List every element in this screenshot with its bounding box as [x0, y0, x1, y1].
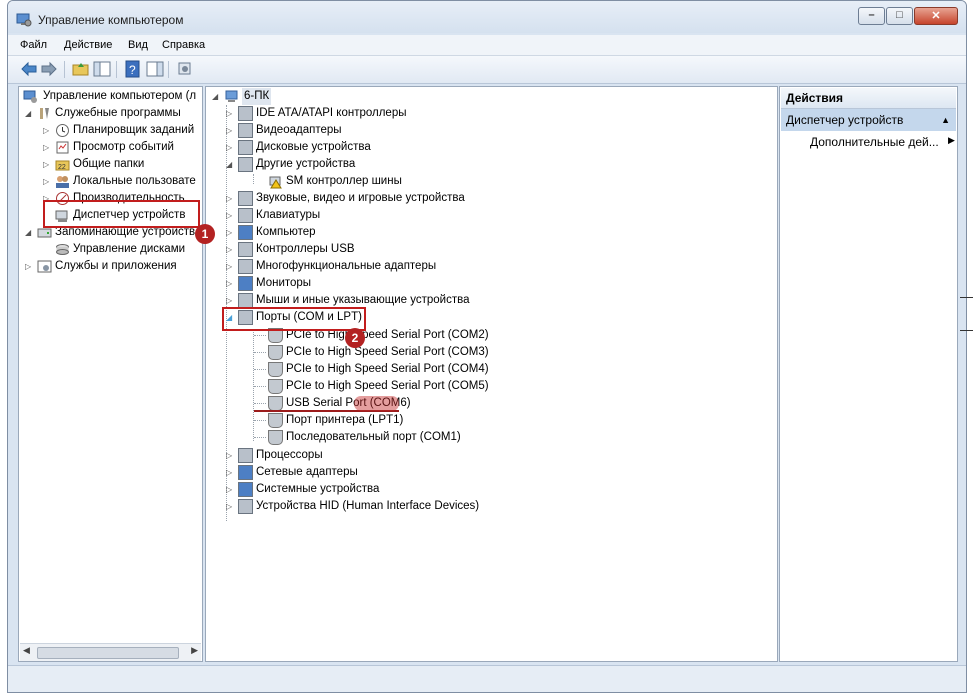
- forward-arrow-icon[interactable]: [40, 60, 58, 78]
- expand-triangle-icon[interactable]: ▷: [226, 498, 232, 515]
- usb-icon: [238, 242, 253, 257]
- port-icon: [268, 430, 283, 445]
- console-tree-icon[interactable]: [93, 60, 111, 78]
- ide-controller-icon: [238, 106, 253, 121]
- expand-triangle-icon[interactable]: ▷: [226, 139, 232, 156]
- multifunction-adapter-icon: [238, 259, 253, 274]
- minimize-button[interactable]: –: [858, 7, 885, 25]
- computer-icon: [238, 225, 253, 240]
- port-icon: [268, 396, 283, 411]
- edge-mark: [960, 297, 973, 298]
- sound-icon: [238, 191, 253, 206]
- port-icon: [268, 413, 283, 428]
- annotation-box-device-manager: [43, 200, 200, 228]
- users-icon: [56, 176, 69, 188]
- scroll-left-icon[interactable]: ◀: [23, 645, 30, 656]
- menu-view[interactable]: Вид: [128, 39, 148, 51]
- left-horizontal-scrollbar[interactable]: ◀ ▶: [20, 643, 201, 661]
- folder-up-icon[interactable]: [72, 60, 90, 78]
- maximize-button[interactable]: □: [886, 7, 913, 25]
- menu-help[interactable]: Справка: [162, 39, 205, 51]
- expand-triangle-icon[interactable]: ▷: [226, 464, 232, 481]
- actions-header: Действия: [781, 88, 956, 109]
- svg-text:22: 22: [58, 164, 66, 171]
- expand-triangle-icon[interactable]: ▷: [226, 258, 232, 275]
- clock-icon: [56, 124, 69, 137]
- expand-triangle-icon[interactable]: ▷: [226, 122, 232, 139]
- close-button[interactable]: ✕: [914, 7, 958, 25]
- submenu-arrow-icon: ▶: [948, 135, 955, 145]
- shared-folder-icon: 22: [55, 160, 70, 171]
- actions-device-manager[interactable]: Диспетчер устройств ▲: [781, 109, 956, 131]
- menu-action[interactable]: Действие: [64, 39, 112, 51]
- window-title: Управление компьютером: [38, 13, 184, 27]
- menu-bar: Файл Действие Вид Справка: [8, 35, 966, 56]
- expand-triangle-icon[interactable]: ▷: [226, 241, 232, 258]
- actions-pane: Действия Диспетчер устройств ▲ Дополните…: [779, 86, 958, 662]
- menu-file[interactable]: Файл: [20, 39, 47, 51]
- show-hide-icon[interactable]: [146, 60, 164, 78]
- computer-icon: [225, 90, 238, 102]
- expand-triangle-icon[interactable]: ▷: [226, 481, 232, 498]
- toolbar: ?: [8, 56, 966, 84]
- svg-text:?: ?: [129, 63, 136, 77]
- network-adapter-icon: [238, 465, 253, 480]
- keyboard-icon: [238, 208, 253, 223]
- mouse-icon: [238, 293, 253, 308]
- annotation-box-ports: [222, 307, 366, 331]
- back-arrow-icon[interactable]: [20, 60, 38, 78]
- properties-icon[interactable]: [176, 60, 194, 78]
- help-icon[interactable]: ?: [124, 60, 142, 78]
- title-bar[interactable]: Управление компьютером – □ ✕: [8, 1, 966, 33]
- status-bar: [8, 665, 966, 692]
- console-tree-pane: Управление компьютером (л ◢ Служебные пр…: [18, 86, 203, 662]
- annotation-highlight-com6: [354, 396, 399, 411]
- annotation-badge-2: 2: [345, 328, 365, 348]
- scroll-right-icon[interactable]: ▶: [191, 645, 198, 656]
- port-icon: [268, 379, 283, 394]
- cpu-icon: [238, 448, 253, 463]
- collapse-triangle-icon[interactable]: ◢: [226, 156, 232, 173]
- annotation-badge-1: 1: [195, 224, 215, 244]
- expand-triangle-icon[interactable]: ▷: [226, 207, 232, 224]
- collapse-up-icon[interactable]: ▲: [941, 109, 950, 131]
- other-devices-icon: [238, 157, 253, 172]
- expand-triangle-icon[interactable]: ▷: [226, 105, 232, 122]
- disk-drive-icon: [238, 140, 253, 155]
- tools-icon: [40, 108, 49, 119]
- scroll-thumb[interactable]: [37, 647, 179, 659]
- expand-triangle-icon[interactable]: ▷: [226, 190, 232, 207]
- expand-triangle-icon[interactable]: ▷: [226, 224, 232, 241]
- computer-management-icon: [23, 90, 37, 103]
- expand-triangle-icon[interactable]: ▷: [226, 275, 232, 292]
- edge-mark: [960, 330, 973, 331]
- computer-management-icon: [16, 13, 32, 27]
- system-devices-icon: [238, 482, 253, 497]
- disk-management-icon: [56, 244, 69, 255]
- event-viewer-icon: [56, 141, 69, 154]
- monitor-icon: [238, 276, 253, 291]
- port-icon: [268, 362, 283, 377]
- hid-icon: [238, 499, 253, 514]
- actions-more[interactable]: Дополнительные дей... ▶: [810, 135, 955, 149]
- port-icon: [268, 345, 283, 360]
- expand-triangle-icon[interactable]: ▷: [226, 447, 232, 464]
- services-apps-icon: [37, 260, 52, 273]
- warning-device-icon: [269, 176, 282, 189]
- video-adapter-icon: [238, 123, 253, 138]
- device-tree-pane: ◢ 6-ПК ▷ IDE ATA/ATAPI контроллеры ▷ Видеоа…: [205, 86, 778, 662]
- window: Управление компьютером – □ ✕ Файл Действ…: [7, 0, 967, 693]
